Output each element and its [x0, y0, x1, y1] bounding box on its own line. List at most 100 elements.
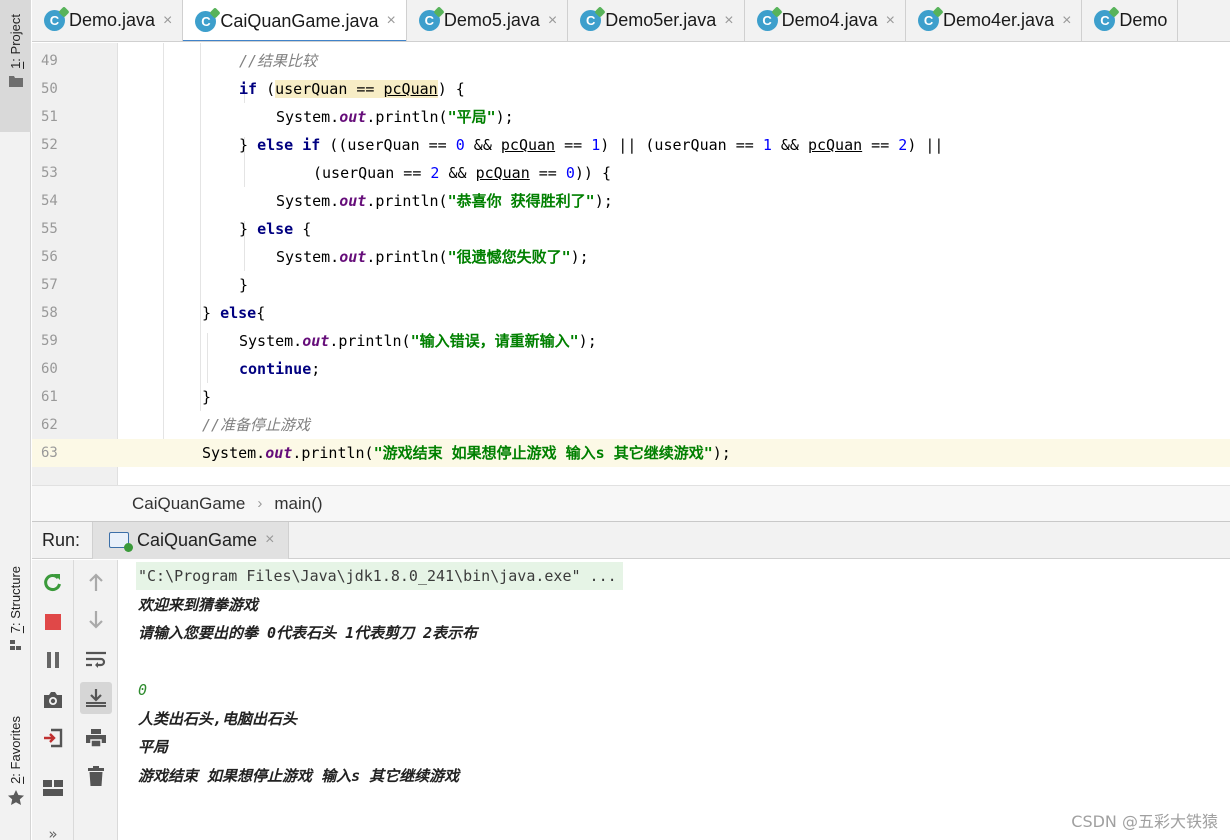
code-line[interactable]: 62 //准备停止游戏 [32, 411, 1230, 439]
editor-tab-label: CaiQuanGame.java [220, 10, 379, 31]
dump-threads-button[interactable] [37, 684, 69, 716]
soft-wrap-button[interactable] [80, 644, 112, 676]
code-line[interactable]: 60 continue; [32, 355, 1230, 383]
line-number: 53 [41, 165, 58, 181]
editor-tab-demo5er-java[interactable]: C Demo5er.java × [568, 0, 745, 41]
arrow-up-icon [89, 573, 103, 591]
editor-tab-demo4er-java[interactable]: C Demo4er.java × [906, 0, 1083, 41]
code-line[interactable]: 52} else if ((userQuan == 0 && pcQuan ==… [32, 131, 1230, 159]
java-class-icon: C [918, 10, 940, 31]
project-tool-label: 1: Project [8, 14, 23, 69]
more-icon: » [48, 825, 58, 840]
trash-icon [88, 766, 104, 786]
line-number: 62 [41, 417, 58, 433]
more-button[interactable]: » [37, 818, 69, 840]
code-text: } else{ [202, 304, 266, 322]
editor-tab-label: Demo.java [69, 10, 156, 30]
layout-button[interactable] [37, 772, 69, 804]
code-line[interactable]: 55} else { [32, 215, 1230, 243]
java-class-icon: C [756, 10, 778, 31]
editor-tab-demo[interactable]: C Demo [1082, 0, 1179, 41]
stop-icon [45, 614, 61, 630]
run-console-output[interactable]: "C:\Program Files\Java\jdk1.8.0_241\bin\… [118, 560, 1230, 840]
close-icon[interactable]: × [386, 12, 395, 30]
scroll-to-end-icon [86, 689, 106, 707]
camera-icon [44, 692, 62, 708]
favorites-tool-button[interactable]: 2: Favorites [0, 712, 31, 836]
code-editor[interactable]: 49 //结果比较 50 if (userQuan == pcQuan) {51 Sys… [32, 43, 1230, 485]
code-text: System.out.println("很遗憾您失败了"); [276, 248, 589, 266]
code-line[interactable]: 50 if (userQuan == pcQuan) { [32, 75, 1230, 103]
structure-icon [9, 640, 21, 651]
clear-all-button[interactable] [80, 760, 112, 792]
code-line[interactable]: 63 System.out.println("游戏结束 如果想停止游戏 输入s 其… [32, 439, 1230, 467]
arrow-down-icon [89, 611, 103, 629]
line-number: 60 [41, 361, 58, 377]
project-tool-button[interactable]: 1: Project [0, 0, 31, 132]
breadcrumb-separator: › [257, 495, 263, 512]
breadcrumb: CaiQuanGame › main() [32, 485, 1230, 521]
rerun-button[interactable] [37, 566, 69, 598]
console-line: 平局 [138, 738, 169, 756]
run-toolbar-secondary [74, 560, 118, 840]
line-number: 56 [41, 249, 58, 265]
run-tab-label: CaiQuanGame [137, 529, 258, 550]
code-line[interactable]: 58} else{ [32, 299, 1230, 327]
structure-tool-button[interactable]: 7: Structure [0, 562, 31, 690]
line-number: 54 [41, 193, 58, 209]
run-toolbar-primary: » [32, 560, 74, 840]
print-button[interactable] [80, 722, 112, 754]
down-arrow-button[interactable] [80, 604, 112, 636]
code-text: } [239, 276, 249, 294]
code-line[interactable]: 49 //结果比较 [32, 47, 1230, 75]
console-line: 欢迎来到猜拳游戏 [138, 595, 259, 614]
breadcrumb-method[interactable]: main() [274, 494, 322, 514]
pause-button[interactable] [37, 644, 69, 676]
console-line: 请输入您要出的拳 0代表石头 1代表剪刀 2表示布 [138, 624, 478, 642]
code-line[interactable]: 57} [32, 271, 1230, 299]
folder-icon [8, 75, 23, 87]
code-line[interactable]: 53 (userQuan == 2 && pcQuan == 0)) { [32, 159, 1230, 187]
code-text: (userQuan == 2 && pcQuan == 0)) { [313, 164, 612, 182]
run-tab-caiquangame[interactable]: CaiQuanGame × [92, 521, 290, 559]
line-number: 63 [32, 439, 118, 467]
editor-tab-caiquangame-java[interactable]: C CaiQuanGame.java × [183, 0, 407, 41]
close-icon[interactable]: × [548, 12, 557, 30]
code-line[interactable]: 54 System.out.println("恭喜你 获得胜利了"); [32, 187, 1230, 215]
line-number: 57 [41, 277, 58, 293]
close-icon[interactable]: × [163, 12, 172, 30]
code-text: System.out.println("平局"); [276, 108, 514, 126]
code-line[interactable]: 59 System.out.println("输入错误，请重新输入"); [32, 327, 1230, 355]
line-number: 52 [41, 137, 58, 153]
close-icon[interactable]: × [886, 12, 895, 30]
close-icon[interactable]: × [724, 12, 733, 30]
code-line[interactable]: 51 System.out.println("平局"); [32, 103, 1230, 131]
pause-icon [47, 652, 59, 668]
code-text: System.out.println("游戏结束 如果想停止游戏 输入s 其它继… [202, 444, 731, 462]
console-line: 人类出石头,电脑出石头 [138, 709, 298, 728]
printer-icon [86, 729, 106, 747]
editor-tab-demo-java[interactable]: C Demo.java × [32, 0, 184, 41]
restore-layout-button[interactable] [37, 722, 69, 754]
star-icon [7, 789, 24, 805]
exit-icon [44, 728, 63, 748]
java-class-icon: C [1094, 10, 1116, 31]
code-text: } [202, 388, 212, 406]
code-line[interactable]: 56 System.out.println("很遗憾您失败了"); [32, 243, 1230, 271]
close-icon[interactable]: × [265, 531, 274, 549]
scroll-to-end-button[interactable] [80, 682, 112, 714]
code-text: continue; [239, 360, 321, 378]
up-arrow-button[interactable] [80, 566, 112, 598]
code-line[interactable]: 61} [32, 383, 1230, 411]
code-text: //准备停止游戏 [202, 416, 311, 434]
editor-tab-demo5-java[interactable]: C Demo5.java × [407, 0, 569, 41]
console-line: 0 [138, 681, 148, 699]
structure-tool-label: 7: Structure [8, 566, 23, 634]
editor-tab-demo4-java[interactable]: C Demo4.java × [745, 0, 907, 41]
code-text: System.out.println("输入错误，请重新输入"); [239, 332, 597, 350]
editor-tab-label: Demo5.java [443, 10, 540, 30]
breadcrumb-class[interactable]: CaiQuanGame [132, 494, 245, 514]
java-class-icon: C [418, 10, 440, 31]
close-icon[interactable]: × [1062, 12, 1071, 30]
stop-button[interactable] [37, 606, 69, 638]
